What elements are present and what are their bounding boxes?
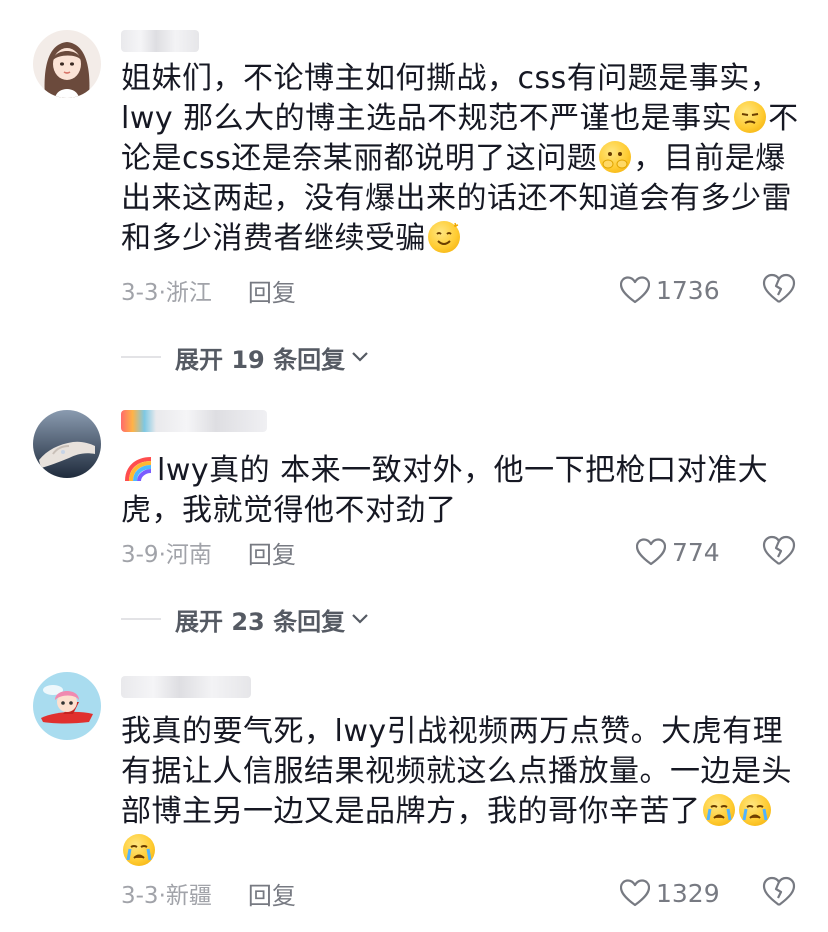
like-button[interactable]: 1329: [620, 876, 720, 910]
dislike-button[interactable]: [762, 535, 796, 569]
divider-line: [121, 356, 161, 358]
dislike-button[interactable]: [762, 273, 796, 307]
reply-button[interactable]: 回复: [248, 535, 296, 570]
expand-replies-button[interactable]: 展开 23 条回复: [121, 603, 369, 636]
expand-replies-button[interactable]: 展开 19 条回复: [121, 341, 369, 374]
like-button[interactable]: 1736: [620, 273, 720, 307]
heart-outline-icon: [620, 879, 650, 907]
date-location: 3-9·河南: [121, 542, 212, 568]
avatar[interactable]: [33, 672, 101, 740]
shining-smile-emoji-icon: [428, 221, 460, 253]
username-blurred[interactable]: [121, 410, 267, 432]
dislike-button[interactable]: [762, 876, 796, 910]
heart-outline-icon: [620, 276, 650, 304]
broken-heart-icon: [762, 273, 796, 303]
avatar-girl-illustration: [33, 30, 101, 98]
reply-button[interactable]: 回复: [248, 876, 296, 911]
peeking-emoji-icon: [599, 141, 632, 173]
like-count: 1736: [656, 275, 720, 305]
avatar-hand-photo: [33, 410, 101, 478]
crying-emoji-icon: [123, 834, 155, 866]
reply-button[interactable]: 回复: [248, 273, 296, 308]
broken-heart-icon: [762, 876, 796, 906]
unamused-emoji-icon: [734, 101, 767, 133]
comment-text: 姐妹们，不论博主如何撕战，css有问题是事实，lwy 那么大的博主选品不规范不严…: [121, 61, 799, 256]
avatar-cartoon-plane: [33, 672, 101, 740]
username-blurred[interactable]: [121, 676, 251, 698]
chevron-down-icon: [352, 352, 368, 362]
comment-meta: 3-3·浙江 回复: [121, 273, 296, 308]
like-count: 774: [672, 537, 720, 567]
divider-line: [121, 618, 161, 620]
heart-outline-icon: [636, 538, 666, 566]
avatar[interactable]: [33, 30, 101, 98]
chevron-down-icon: [352, 614, 368, 624]
like-button[interactable]: 774: [636, 535, 720, 569]
broken-heart-icon: [762, 535, 796, 565]
date-location: 3-3·浙江: [121, 280, 212, 306]
comment-text: 我真的要气死，lwy引战视频两万点赞。大虎有理有据让人信服结果视频就这么点播放量…: [121, 712, 801, 872]
username-blurred[interactable]: [121, 30, 199, 52]
rainbow-emoji-icon: [123, 453, 155, 485]
crying-emoji-icon: [738, 794, 771, 826]
comment-meta: 3-9·河南 回复: [121, 535, 296, 570]
crying-emoji-icon: [702, 794, 735, 826]
like-count: 1329: [656, 878, 720, 908]
date-location: 3-3·新疆: [121, 883, 212, 909]
comment-meta: 3-3·新疆 回复: [121, 876, 296, 911]
comment-text: lwy真的 本来一致对外，他一下把枪口对准大虎，我就觉得他不对劲了: [121, 453, 769, 528]
avatar[interactable]: [33, 410, 101, 478]
